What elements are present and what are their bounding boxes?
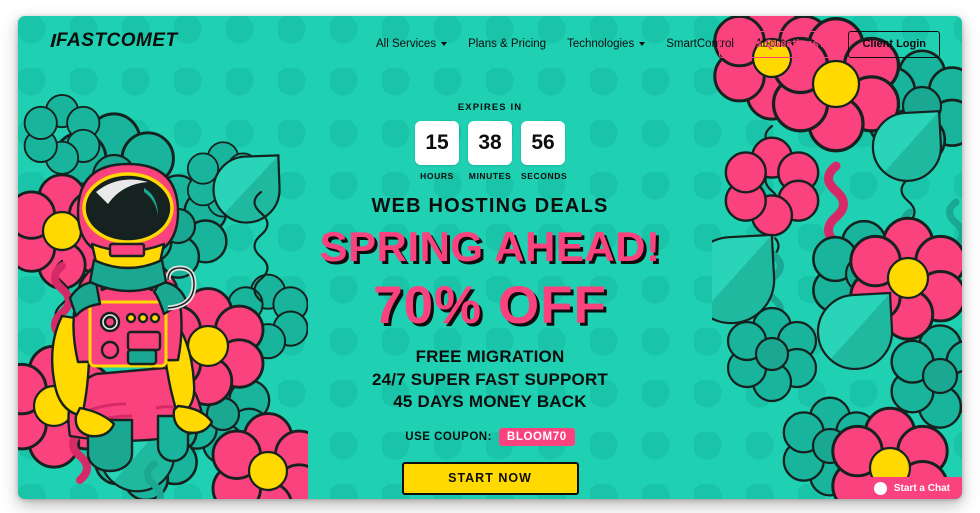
feature-item: 24/7 SUPER FAST SUPPORT: [371, 369, 609, 389]
coupon-code-badge[interactable]: BLOOM70: [498, 427, 575, 446]
promo-headline: SPRING AHEAD!: [319, 223, 661, 270]
coupon-label: USE COUPON:: [405, 430, 492, 443]
chat-bubble-icon: [873, 481, 887, 495]
nav-item-technologies[interactable]: Technologies: [567, 38, 646, 50]
site-header: FASTCOMET All Services Plans & Pricing T…: [18, 16, 962, 72]
countdown-label-seconds: SECONDS: [521, 171, 568, 181]
client-login-button[interactable]: Client Login: [848, 30, 940, 58]
fastcomet-logo[interactable]: FASTCOMET: [50, 30, 178, 52]
countdown-label-minutes: MINUTES: [468, 171, 512, 181]
start-a-chat-widget[interactable]: Start a Chat: [865, 477, 962, 499]
promo-discount: 70% OFF: [373, 276, 607, 335]
countdown-unit-minutes: 38 MINUTES: [468, 121, 512, 181]
countdown-value-seconds: 56: [521, 121, 565, 165]
chevron-down-icon: [441, 42, 448, 46]
start-now-button[interactable]: START NOW: [401, 461, 579, 495]
nav-label: All Services: [376, 38, 437, 50]
nav-label: Plans & Pricing: [468, 38, 547, 50]
nav-item-plans-pricing[interactable]: Plans & Pricing: [468, 38, 546, 50]
countdown-unit-hours: 15 HOURS: [415, 121, 459, 181]
sales-questions-button[interactable]: Sales Questions?: [719, 30, 840, 58]
countdown-timer: 15 HOURS 38 MINUTES 56 SECONDS: [18, 121, 962, 181]
chat-widget-label: Start a Chat: [893, 482, 950, 494]
header-actions: Sales Questions? Client Login: [719, 16, 940, 72]
countdown-value-minutes: 38: [468, 121, 512, 165]
countdown-value-hours: 15: [415, 121, 459, 165]
countdown-unit-seconds: 56 SECONDS: [521, 121, 568, 181]
nav-label: Technologies: [567, 38, 635, 50]
chevron-down-icon: [639, 42, 646, 46]
expires-in-label: EXPIRES IN: [457, 102, 523, 113]
promo-eyebrow: WEB HOSTING DEALS: [371, 195, 609, 217]
browser-window: FASTCOMET All Services Plans & Pricing T…: [18, 16, 962, 499]
feature-item: 45 DAYS MONEY BACK: [393, 392, 587, 412]
countdown-label-hours: HOURS: [420, 171, 454, 181]
logo-text: FASTCOMET: [56, 30, 178, 51]
feature-item: FREE MIGRATION: [415, 347, 565, 366]
promo-section: EXPIRES IN 15 HOURS 38 MINUTES 56 SECOND…: [18, 102, 962, 499]
nav-item-all-services[interactable]: All Services: [376, 38, 448, 50]
promo-feature-list: FREE MIGRATION 24/7 SUPER FAST SUPPORT 4…: [18, 346, 962, 414]
coupon-row: USE COUPON: BLOOM70: [18, 427, 962, 446]
